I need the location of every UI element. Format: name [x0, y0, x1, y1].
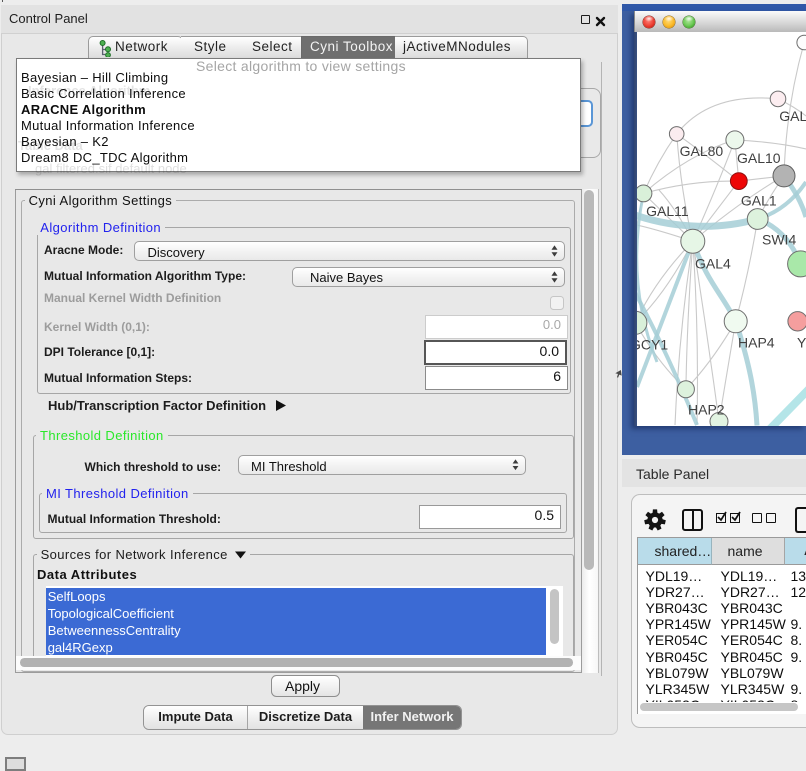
svg-text:GAL10: GAL10 [737, 150, 781, 166]
svg-text:GAL2: GAL2 [779, 108, 806, 124]
svg-text:GAL1: GAL1 [741, 192, 777, 208]
svg-text:GCY1: GCY1 [637, 336, 668, 352]
svg-text:HAP2: HAP2 [688, 401, 725, 417]
svg-text:Y: Y [797, 334, 806, 350]
svg-text:GAL80: GAL80 [680, 143, 724, 159]
svg-text:SWI4: SWI4 [762, 231, 796, 247]
svg-text:HAP4: HAP4 [738, 334, 775, 350]
svg-text:GAL4: GAL4 [695, 255, 731, 271]
svg-text:GAL11: GAL11 [646, 203, 689, 219]
